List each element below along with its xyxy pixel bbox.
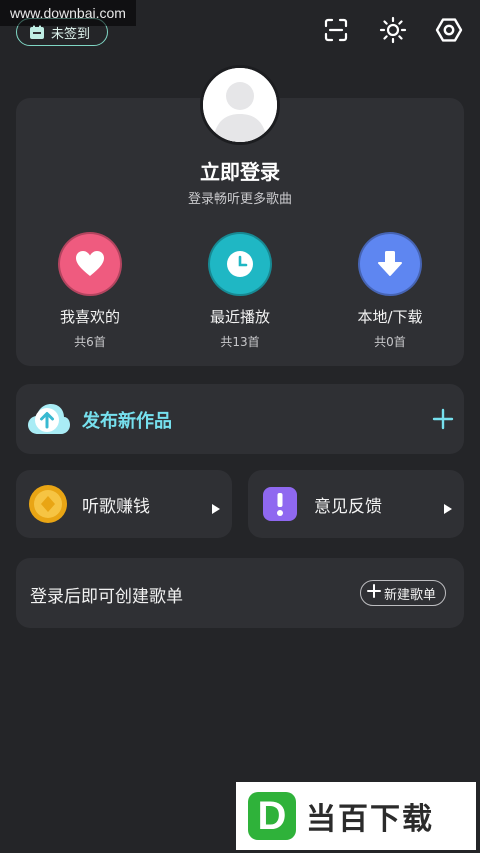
publish-label: 发布新作品 bbox=[82, 411, 172, 432]
settings-icon[interactable] bbox=[435, 16, 463, 44]
play-arrow-icon bbox=[444, 499, 452, 514]
calendar-icon bbox=[29, 24, 45, 40]
earn-card[interactable]: 听歌赚钱 bbox=[16, 470, 232, 538]
download-icon bbox=[358, 232, 422, 296]
profile-screen: www.downbai.com 未签到 立即登录 登录畅听更多歌曲 我喜欢的 共… bbox=[0, 0, 480, 853]
brand-watermark: D 当百下载 bbox=[236, 782, 476, 850]
feedback-card[interactable]: 意见反馈 bbox=[248, 470, 464, 538]
cloud-upload-icon bbox=[26, 398, 72, 440]
clock-icon bbox=[208, 232, 272, 296]
site-watermark: www.downbai.com bbox=[0, 0, 136, 26]
playlist-card: 登录后即可创建歌单 新建歌单 bbox=[16, 558, 464, 628]
plus-icon[interactable] bbox=[432, 408, 454, 430]
shortcut-count: 共6首 bbox=[74, 335, 106, 349]
avatar[interactable] bbox=[200, 65, 280, 145]
shortcut-favorites[interactable]: 我喜欢的 共6首 bbox=[30, 232, 150, 350]
shortcut-label: 我喜欢的 bbox=[59, 308, 120, 326]
play-arrow-icon bbox=[212, 499, 220, 514]
coin-icon bbox=[28, 484, 68, 524]
feedback-icon bbox=[262, 486, 298, 522]
scan-icon[interactable] bbox=[322, 16, 350, 44]
brand-logo: D bbox=[248, 792, 296, 840]
shortcut-label: 最近播放 bbox=[209, 308, 270, 326]
shortcut-count: 共13首 bbox=[220, 335, 260, 349]
plus-icon bbox=[366, 584, 381, 602]
login-subtitle: 登录畅听更多歌曲 bbox=[187, 192, 292, 207]
shortcut-label: 本地/下载 bbox=[357, 308, 423, 326]
publish-card[interactable]: 发布新作品 bbox=[16, 384, 464, 454]
feedback-label: 意见反馈 bbox=[314, 497, 382, 517]
shortcut-local-download[interactable]: 本地/下载 共0首 bbox=[330, 232, 450, 350]
brand-name: 当百下载 bbox=[306, 802, 434, 837]
shortcut-count: 共0首 bbox=[374, 335, 406, 349]
playlist-prompt: 登录后即可创建歌单 bbox=[30, 587, 183, 607]
new-playlist-button[interactable]: 新建歌单 bbox=[359, 580, 446, 606]
heart-icon bbox=[58, 232, 122, 296]
earn-label: 听歌赚钱 bbox=[82, 497, 150, 517]
new-playlist-label: 新建歌单 bbox=[383, 587, 436, 603]
login-title[interactable]: 立即登录 bbox=[0, 156, 480, 185]
brightness-icon[interactable] bbox=[379, 16, 407, 44]
shortcut-recent[interactable]: 最近播放 共13首 bbox=[180, 232, 300, 350]
